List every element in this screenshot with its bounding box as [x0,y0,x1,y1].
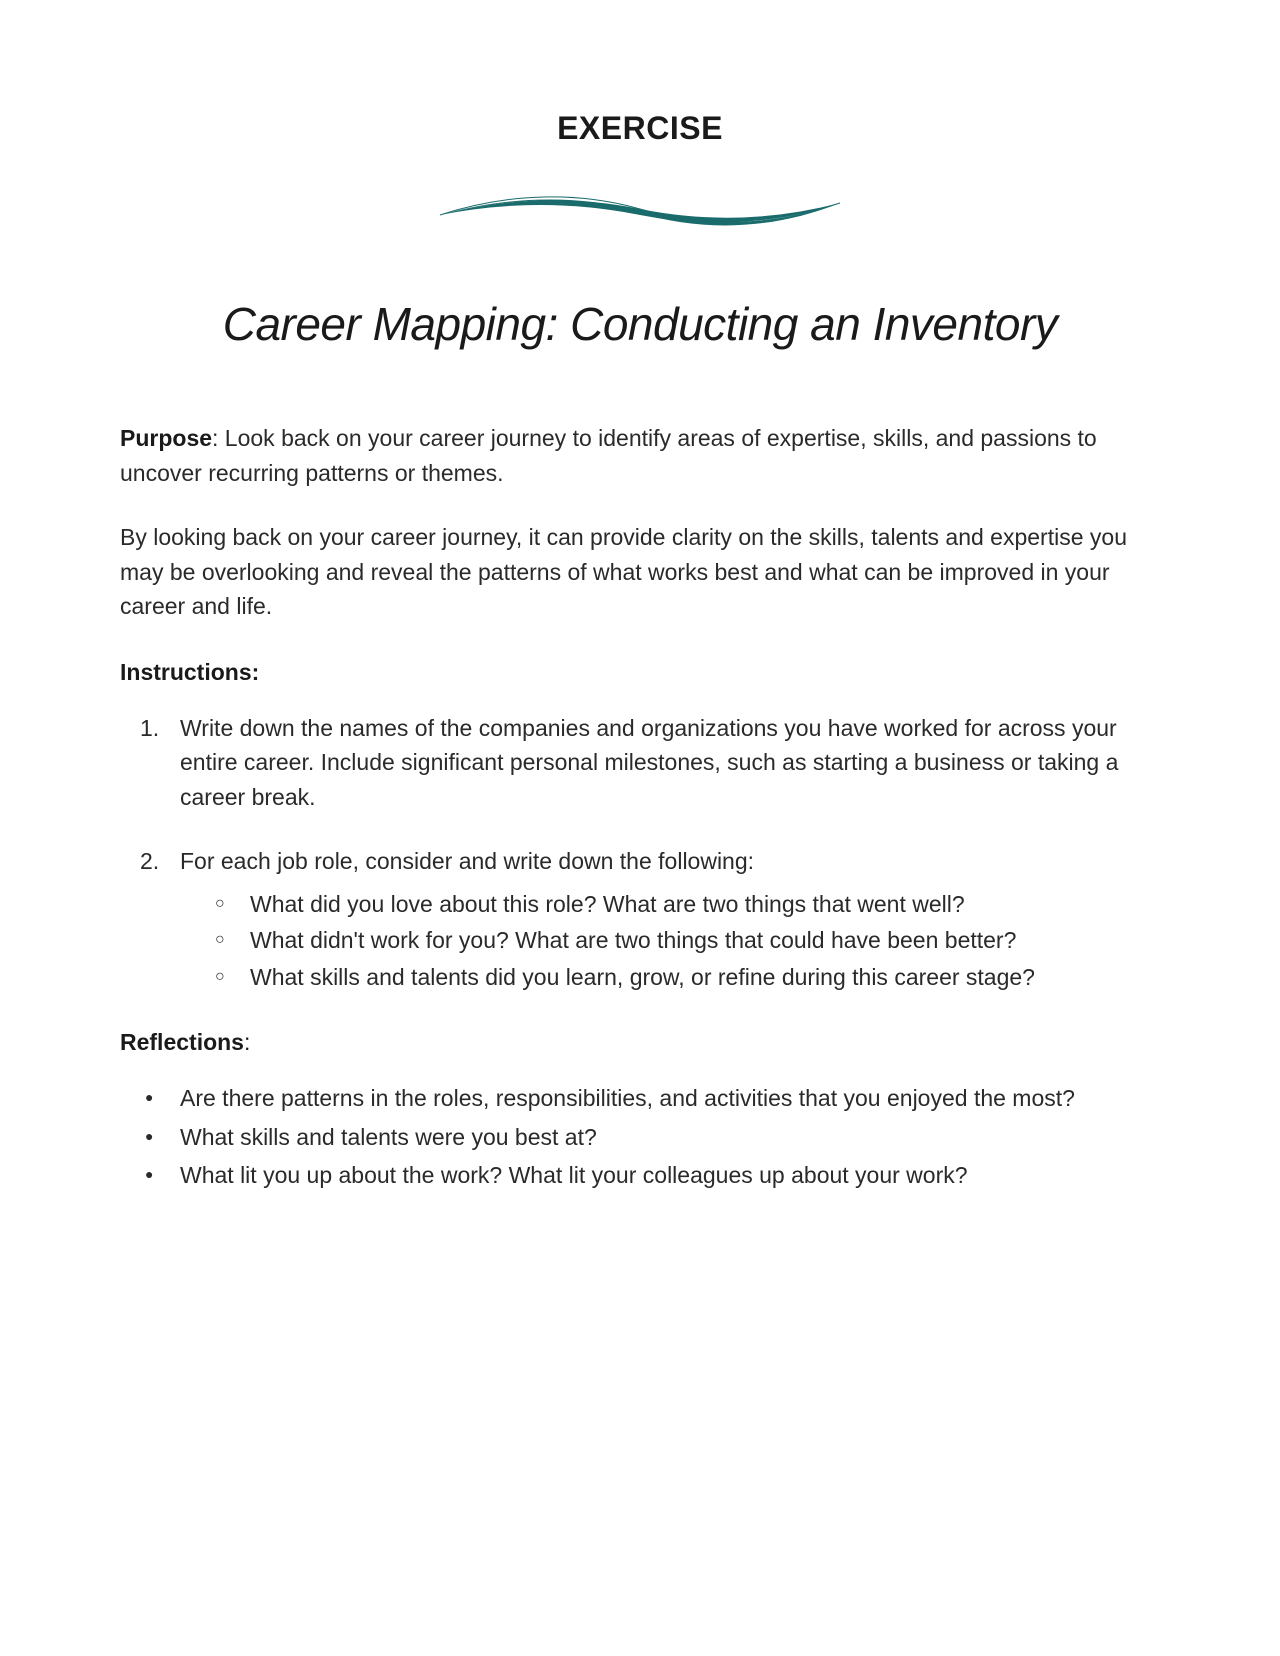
wave-divider [120,187,1160,227]
purpose-text: : Look back on your career journey to id… [120,425,1097,486]
reflection-item: What skills and talents were you best at… [180,1120,1160,1155]
instruction-item: 1. Write down the names of the companies… [180,711,1160,815]
instruction-text: For each job role, consider and write do… [180,848,754,874]
list-number: 1. [140,711,159,746]
purpose-label: Purpose [120,425,212,451]
reflection-item: Are there patterns in the roles, respons… [180,1081,1160,1116]
instruction-text: Write down the names of the companies an… [180,715,1118,810]
instructions-heading: Instructions: [120,659,1160,686]
sublist-item: What didn't work for you? What are two t… [250,923,1160,958]
reflection-item: What lit you up about the work? What lit… [180,1158,1160,1193]
reflections-list: Are there patterns in the roles, respons… [120,1081,1160,1193]
document-title: Career Mapping: Conducting an Inventory [120,297,1160,351]
intro-paragraph: By looking back on your career journey, … [120,520,1160,624]
header-label: EXERCISE [120,110,1160,147]
instructions-list: 1. Write down the names of the companies… [120,711,1160,995]
purpose-paragraph: Purpose: Look back on your career journe… [120,421,1160,490]
sublist-item: What skills and talents did you learn, g… [250,960,1160,995]
list-number: 2. [140,844,159,879]
instruction-sublist: What did you love about this role? What … [180,887,1160,995]
sublist-item: What did you love about this role? What … [250,887,1160,922]
wave-icon [430,187,850,227]
reflections-heading-suffix: : [244,1029,250,1055]
reflections-heading: Reflections: [120,1029,1160,1056]
instruction-item: 2. For each job role, consider and write… [180,844,1160,994]
reflections-heading-text: Reflections [120,1029,244,1055]
